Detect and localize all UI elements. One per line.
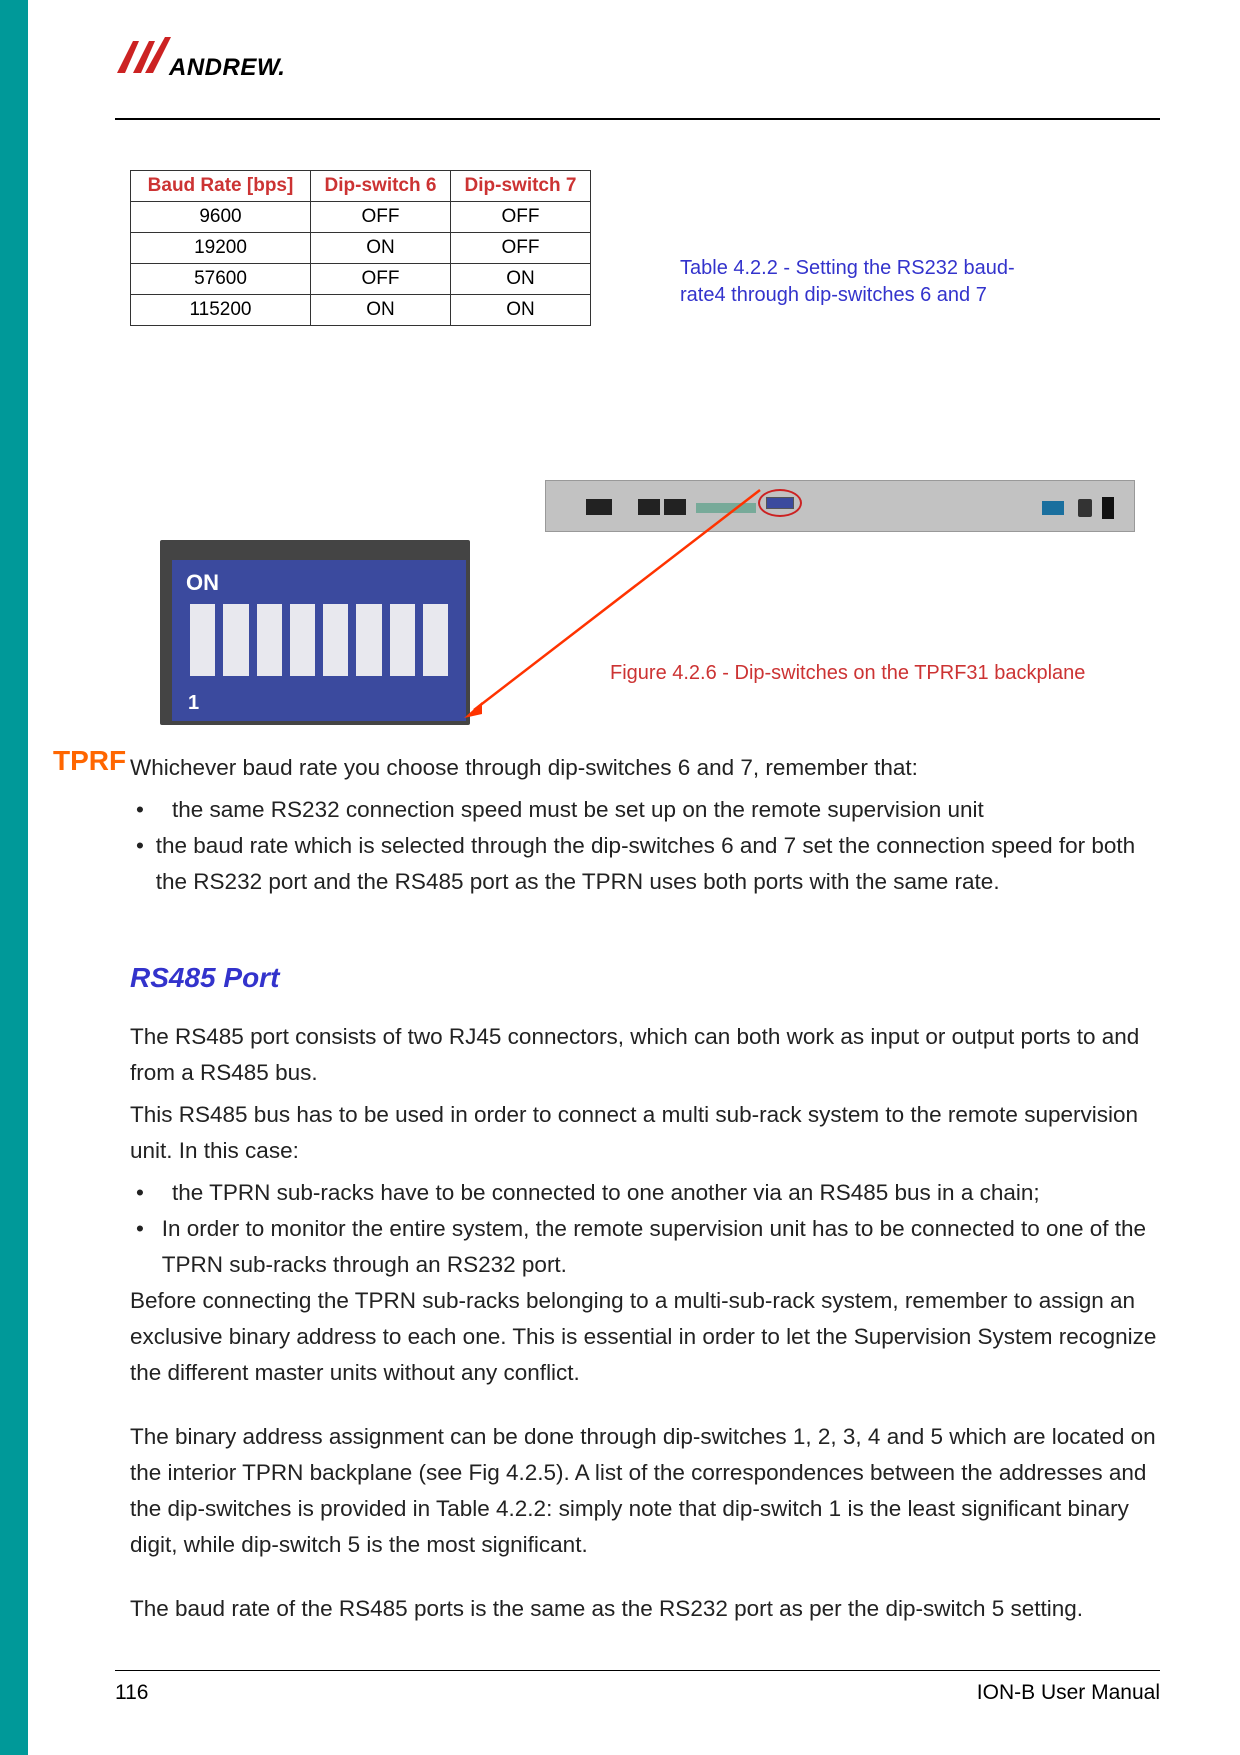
table-row: 9600 OFF OFF: [131, 202, 591, 233]
margin-section-label: TPRF: [53, 745, 126, 777]
brand-logo: ANDREW.: [115, 35, 285, 82]
paragraph: Before connecting the TPRN sub-racks bel…: [130, 1283, 1160, 1391]
bullet-item: • In order to monitor the entire system,…: [130, 1211, 1160, 1283]
dip-lever-icon: [356, 604, 381, 676]
bullet-item: • the baud rate which is selected throug…: [130, 828, 1160, 900]
paragraph: The RS485 port consists of two RJ45 conn…: [130, 1019, 1160, 1091]
dip-lever-icon: [223, 604, 248, 676]
logo-text: ANDREW.: [169, 54, 285, 82]
figure-caption: Figure 4.2.6 - Dip-switches on the TPRF3…: [610, 662, 1085, 685]
page-number: 116: [115, 1681, 148, 1705]
dip-one-label: 1: [188, 692, 199, 715]
paragraph: The baud rate of the RS485 ports is the …: [130, 1591, 1160, 1627]
baud-rate-table: Baud Rate [bps] Dip-switch 6 Dip-switch …: [130, 170, 591, 326]
bullet-item: • the TPRN sub-racks have to be connecte…: [130, 1175, 1160, 1211]
header-rule: [115, 118, 1160, 120]
dip-lever-icon: [257, 604, 282, 676]
paragraph: This RS485 bus has to be used in order t…: [130, 1097, 1160, 1169]
section-heading: RS485 Port: [130, 956, 1160, 1001]
dip-lever-icon: [290, 604, 315, 676]
dip-lever-icon: [390, 604, 415, 676]
logo-mark-icon: [115, 35, 171, 75]
table-header: Dip-switch 6: [311, 171, 451, 202]
paragraph: The binary address assignment can be don…: [130, 1419, 1160, 1563]
table-row: 57600 OFF ON: [131, 264, 591, 295]
dip-lever-icon: [423, 604, 448, 676]
table-row: 19200 ON OFF: [131, 233, 591, 264]
table-header: Dip-switch 7: [451, 171, 591, 202]
dip-lever-icon: [323, 604, 348, 676]
paragraph: Whichever baud rate you choose through d…: [130, 750, 1160, 786]
dip-on-label: ON: [186, 570, 219, 596]
body-text: Whichever baud rate you choose through d…: [130, 750, 1160, 1633]
document-title-footer: ION-B User Manual: [977, 1681, 1160, 1705]
dip-switch-illustration: ON 1: [160, 540, 470, 725]
table-row: 115200 ON ON: [131, 295, 591, 326]
dip-lever-icon: [190, 604, 215, 676]
callout-arrow-icon: [460, 480, 780, 730]
table-header: Baud Rate [bps]: [131, 171, 311, 202]
bullet-item: • the same RS232 connection speed must b…: [130, 792, 1160, 828]
side-accent-bar: [0, 0, 28, 1755]
table-caption: Table 4.2.2 - Setting the RS232 baud-rat…: [680, 255, 1040, 309]
figure-area: ON 1: [130, 450, 1160, 770]
footer-rule: [115, 1670, 1160, 1671]
